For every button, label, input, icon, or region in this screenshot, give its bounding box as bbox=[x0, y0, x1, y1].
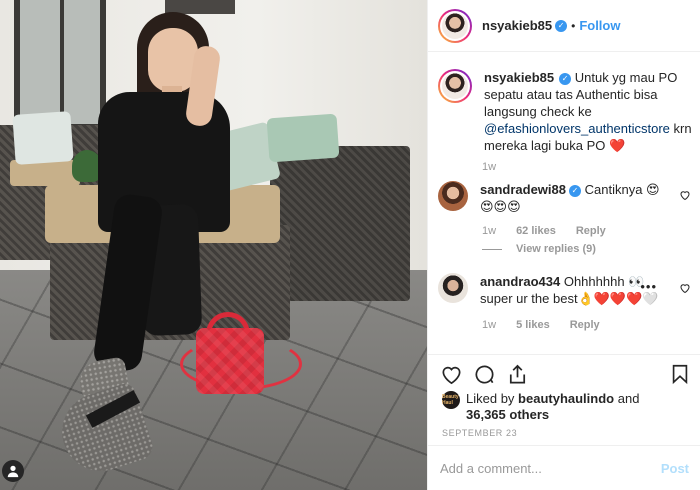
photo-pillow bbox=[12, 111, 74, 165]
comment-like-heart-icon[interactable] bbox=[679, 282, 691, 294]
comment-like-heart-icon[interactable] bbox=[679, 189, 691, 201]
commenter-avatar[interactable] bbox=[438, 273, 468, 303]
heart-icon[interactable] bbox=[440, 363, 463, 386]
verified-icon: ✓ bbox=[555, 19, 568, 32]
action-icons bbox=[440, 363, 529, 386]
share-icon[interactable] bbox=[506, 363, 529, 386]
author-username[interactable]: nsyakieb85 bbox=[482, 18, 552, 33]
caption-time[interactable]: 1w bbox=[482, 161, 496, 173]
liked-by-text: Liked by beautyhaulindo and 36,365 other… bbox=[466, 391, 639, 423]
post-photo[interactable] bbox=[0, 0, 427, 490]
comment-likes[interactable]: 62 likes bbox=[516, 225, 556, 237]
caption: nsyakieb85 ✓ Untuk yg mau PO sepatu atau … bbox=[438, 69, 693, 154]
commenter-avatar[interactable] bbox=[438, 181, 468, 211]
post-sidebar: nsyakieb85 ✓ • Follow nsyakieb85 ✓ Untuk … bbox=[427, 0, 700, 490]
photo-sofa-back bbox=[270, 146, 410, 301]
liker-avatar[interactable]: Beauty Haul bbox=[442, 391, 460, 409]
caption-emoji: ❤️ bbox=[609, 138, 626, 153]
follow-button[interactable]: Follow bbox=[579, 18, 620, 33]
header-separator: • bbox=[571, 18, 576, 33]
comments-list[interactable]: nsyakieb85 ✓ Untuk yg mau PO sepatu atau … bbox=[428, 53, 700, 353]
view-replies-button[interactable]: View replies (9) bbox=[482, 243, 596, 255]
comment-body-line2: 😍😍😍 bbox=[480, 199, 521, 214]
liked-by-count[interactable]: 36,365 others bbox=[466, 407, 549, 422]
post-comment-button[interactable]: Post bbox=[661, 461, 689, 476]
save-icon[interactable] bbox=[669, 363, 691, 385]
liked-by-prefix: Liked by bbox=[466, 391, 515, 406]
reply-button[interactable]: Reply bbox=[570, 319, 600, 331]
photo-red-bag bbox=[196, 328, 264, 394]
post-date[interactable]: SEPTEMBER 23 bbox=[442, 428, 517, 438]
reply-button[interactable]: Reply bbox=[576, 225, 606, 237]
comment-body: Cantiknya 😍 bbox=[584, 182, 660, 197]
photo-pillow bbox=[266, 113, 340, 163]
comment-time[interactable]: 1w bbox=[482, 319, 496, 331]
view-replies-line bbox=[482, 248, 502, 250]
photo-window bbox=[14, 0, 106, 130]
post-header: nsyakieb85 ✓ • Follow bbox=[428, 0, 700, 52]
post-actions: Beauty Haul Liked by beautyhaulindo and … bbox=[428, 354, 700, 490]
comment-icon[interactable] bbox=[473, 363, 496, 386]
comment-text: sandradewi88 ✓ Cantiknya 😍 😍😍😍 bbox=[480, 181, 670, 215]
liked-by-connector: and bbox=[617, 391, 640, 406]
caption-text: nsyakieb85 ✓ Untuk yg mau PO sepatu atau … bbox=[484, 69, 693, 154]
author-avatar[interactable] bbox=[438, 8, 472, 43]
comment-meta: 1w 5 likes Reply bbox=[482, 319, 600, 331]
more-options-icon[interactable]: ••• bbox=[640, 279, 657, 294]
comment-username[interactable]: sandradewi88 bbox=[480, 182, 566, 197]
add-comment-bar: Post bbox=[428, 445, 700, 490]
comment-time[interactable]: 1w bbox=[482, 225, 496, 237]
verified-icon: ✓ bbox=[559, 72, 572, 85]
user-tag-icon[interactable] bbox=[2, 460, 24, 482]
liked-by-user[interactable]: beautyhaulindo bbox=[518, 391, 614, 406]
verified-icon: ✓ bbox=[569, 184, 581, 197]
comment-body: Ohhhhhhh 👀 bbox=[563, 274, 645, 289]
view-replies-label: View replies (9) bbox=[516, 243, 596, 255]
caption-mention-link[interactable]: @efashionlovers_authenticstore bbox=[484, 121, 670, 136]
comment-item: sandradewi88 ✓ Cantiknya 😍 😍😍😍 bbox=[438, 181, 693, 215]
author-avatar[interactable] bbox=[438, 69, 472, 103]
add-comment-input[interactable] bbox=[440, 461, 661, 476]
comment-username[interactable]: anandrao434 bbox=[480, 274, 560, 289]
comment-meta: 1w 62 likes Reply bbox=[482, 225, 606, 237]
comment-body-line2: super ur the best👌❤️❤️❤️🤍 bbox=[480, 291, 659, 306]
liked-by: Beauty Haul Liked by beautyhaulindo and … bbox=[442, 391, 692, 423]
comment-likes[interactable]: 5 likes bbox=[516, 319, 550, 331]
caption-username[interactable]: nsyakieb85 bbox=[484, 70, 554, 85]
